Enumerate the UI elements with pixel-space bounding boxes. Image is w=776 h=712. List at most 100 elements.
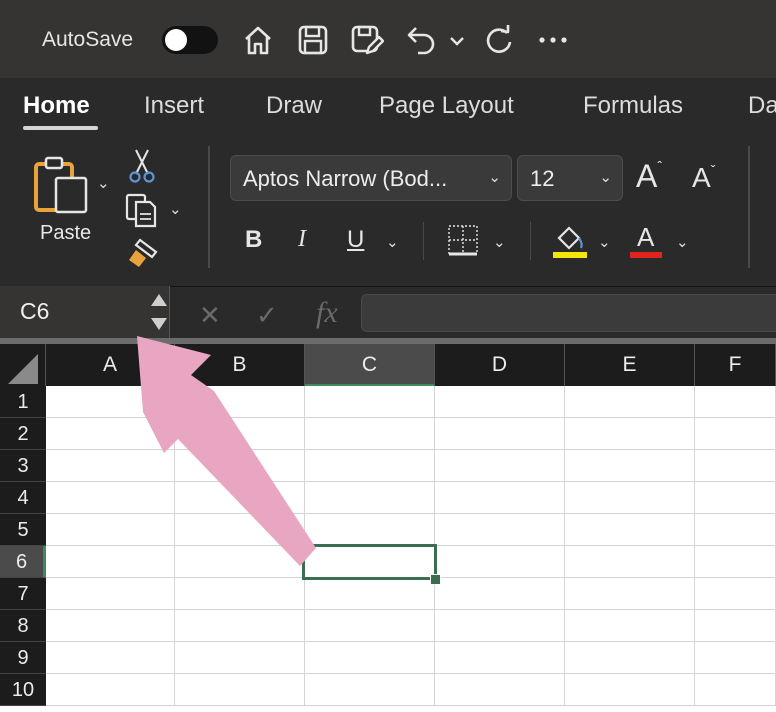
cell-a8[interactable] — [46, 610, 175, 642]
cell-b8[interactable] — [175, 610, 305, 642]
font-color-button[interactable]: A — [630, 222, 664, 260]
more-icon[interactable] — [537, 22, 571, 58]
name-box-down-icon[interactable] — [151, 318, 167, 330]
redo-icon[interactable] — [482, 22, 516, 58]
cell-c10[interactable] — [305, 674, 435, 706]
cell-b4[interactable] — [175, 482, 305, 514]
cell-a7[interactable] — [46, 578, 175, 610]
tab-data[interactable]: Da — [748, 92, 776, 120]
insert-function-button[interactable]: fx — [316, 296, 338, 330]
cell-b6[interactable] — [175, 546, 305, 578]
selected-cell[interactable] — [302, 544, 437, 580]
paste-chevron-icon[interactable]: ⌄ — [97, 174, 110, 192]
cell-f5[interactable] — [695, 514, 776, 546]
row-header-8[interactable]: 8 — [0, 610, 46, 642]
select-all-button[interactable] — [0, 344, 46, 386]
formula-input[interactable] — [361, 294, 776, 332]
tab-insert[interactable]: Insert — [144, 92, 204, 120]
cell-c8[interactable] — [305, 610, 435, 642]
column-header-c[interactable]: C — [305, 344, 435, 386]
cell-e8[interactable] — [565, 610, 695, 642]
cell-b1[interactable] — [175, 386, 305, 418]
row-header-5[interactable]: 5 — [0, 514, 46, 546]
font-size-dropdown[interactable]: 12 ⌄ — [517, 155, 623, 201]
font-color-chevron-icon[interactable]: ⌄ — [676, 233, 689, 251]
cell-c3[interactable] — [305, 450, 435, 482]
cell-a9[interactable] — [46, 642, 175, 674]
increase-font-size-button[interactable]: Aˆ — [636, 158, 662, 195]
cell-e4[interactable] — [565, 482, 695, 514]
column-header-d[interactable]: D — [435, 344, 565, 386]
autosave-toggle[interactable] — [162, 26, 218, 54]
tab-home[interactable]: Home — [23, 92, 90, 120]
cell-e3[interactable] — [565, 450, 695, 482]
cell-e5[interactable] — [565, 514, 695, 546]
tab-page-layout[interactable]: Page Layout — [379, 92, 514, 120]
borders-icon[interactable] — [447, 224, 479, 256]
cell-b9[interactable] — [175, 642, 305, 674]
save-icon[interactable] — [296, 22, 330, 58]
cell-a1[interactable] — [46, 386, 175, 418]
cell-b10[interactable] — [175, 674, 305, 706]
cell-b5[interactable] — [175, 514, 305, 546]
cell-d6[interactable] — [435, 546, 565, 578]
cell-a10[interactable] — [46, 674, 175, 706]
cell-a3[interactable] — [46, 450, 175, 482]
row-header-6[interactable]: 6 — [0, 546, 46, 578]
cell-d2[interactable] — [435, 418, 565, 450]
cell-f9[interactable] — [695, 642, 776, 674]
cell-c4[interactable] — [305, 482, 435, 514]
cell-d7[interactable] — [435, 578, 565, 610]
cell-e1[interactable] — [565, 386, 695, 418]
cancel-icon[interactable]: ✕ — [199, 300, 221, 331]
font-name-dropdown[interactable]: Aptos Narrow (Bod... ⌄ — [230, 155, 512, 201]
chevron-down-icon[interactable] — [446, 22, 468, 58]
cell-f7[interactable] — [695, 578, 776, 610]
home-icon[interactable] — [241, 22, 275, 58]
column-header-b[interactable]: B — [175, 344, 305, 386]
fill-handle[interactable] — [430, 574, 441, 585]
cell-f1[interactable] — [695, 386, 776, 418]
cell-d5[interactable] — [435, 514, 565, 546]
cell-d1[interactable] — [435, 386, 565, 418]
fill-color-chevron-icon[interactable]: ⌄ — [598, 233, 611, 251]
copy-chevron-icon[interactable]: ⌄ — [169, 200, 182, 218]
cell-a2[interactable] — [46, 418, 175, 450]
confirm-icon[interactable]: ✓ — [256, 300, 278, 331]
cell-c1[interactable] — [305, 386, 435, 418]
borders-chevron-icon[interactable]: ⌄ — [493, 233, 506, 251]
tab-formulas[interactable]: Formulas — [583, 92, 683, 120]
tab-draw[interactable]: Draw — [266, 92, 322, 120]
format-painter-icon[interactable] — [126, 236, 160, 270]
cell-f2[interactable] — [695, 418, 776, 450]
cell-a6[interactable] — [46, 546, 175, 578]
cell-c5[interactable] — [305, 514, 435, 546]
cell-d4[interactable] — [435, 482, 565, 514]
cell-c7[interactable] — [305, 578, 435, 610]
row-header-10[interactable]: 10 — [0, 674, 46, 706]
save-as-edit-icon[interactable] — [350, 22, 385, 58]
row-header-1[interactable]: 1 — [0, 386, 46, 418]
cell-a5[interactable] — [46, 514, 175, 546]
cell-e9[interactable] — [565, 642, 695, 674]
underline-chevron-icon[interactable]: ⌄ — [386, 233, 399, 251]
cut-icon[interactable] — [128, 148, 156, 184]
cell-e7[interactable] — [565, 578, 695, 610]
cell-e2[interactable] — [565, 418, 695, 450]
row-header-7[interactable]: 7 — [0, 578, 46, 610]
cell-f6[interactable] — [695, 546, 776, 578]
decrease-font-size-button[interactable]: Aˇ — [692, 162, 715, 194]
underline-button[interactable]: U — [347, 226, 364, 254]
undo-icon[interactable] — [404, 22, 438, 58]
cell-b2[interactable] — [175, 418, 305, 450]
cell-c9[interactable] — [305, 642, 435, 674]
cell-c2[interactable] — [305, 418, 435, 450]
row-header-3[interactable]: 3 — [0, 450, 46, 482]
column-header-f[interactable]: F — [695, 344, 776, 386]
cell-b7[interactable] — [175, 578, 305, 610]
cell-e6[interactable] — [565, 546, 695, 578]
cell-d10[interactable] — [435, 674, 565, 706]
column-header-e[interactable]: E — [565, 344, 695, 386]
paste-icon[interactable] — [32, 154, 92, 216]
cell-f3[interactable] — [695, 450, 776, 482]
